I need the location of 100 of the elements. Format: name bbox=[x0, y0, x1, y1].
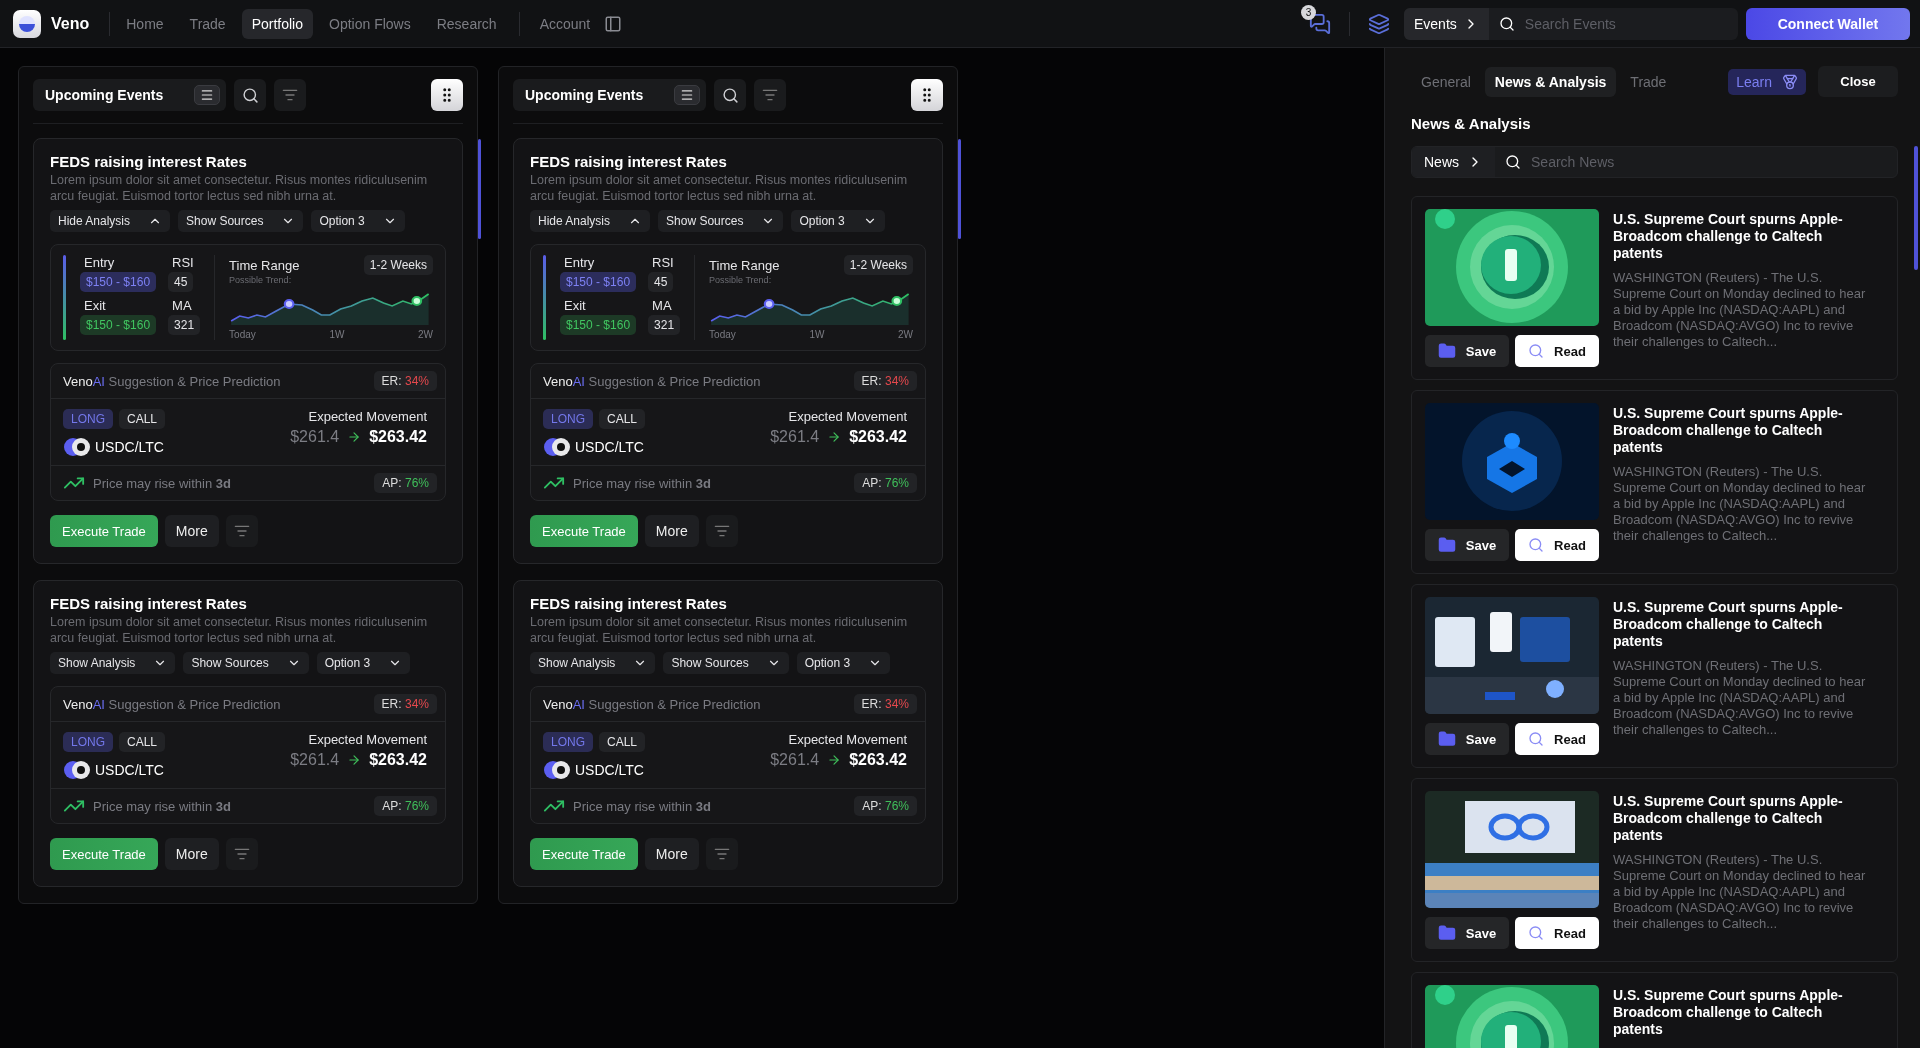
price-from: $261.4 bbox=[290, 428, 340, 446]
news-summary: WASHINGTON (Reuters) - The U.S. Supreme Court on Monday declined to hear a bid by Apple Inc (NASDAQ:AAPL) and Broadcom (NASDAQ:AVGO) Inc to revive their challenges to Caltech... bbox=[1613, 464, 1867, 544]
news-search-field[interactable]: Search News bbox=[1529, 153, 1887, 171]
read-button[interactable]: Read bbox=[1515, 335, 1599, 367]
rsi-label: RSI bbox=[651, 255, 675, 270]
arrow-right-icon bbox=[827, 430, 842, 444]
chat-icon bbox=[1309, 12, 1331, 35]
dropdown-button[interactable]: Option 3 bbox=[316, 652, 411, 674]
news-scope-selector[interactable]: News bbox=[1412, 147, 1495, 177]
medal-icon bbox=[1782, 73, 1798, 90]
position-tag: CALL bbox=[599, 409, 646, 429]
dropdown-button[interactable]: Option 3 bbox=[796, 652, 891, 674]
dropdown-button[interactable]: Option 3 bbox=[311, 210, 405, 232]
more-button[interactable]: More bbox=[644, 515, 699, 547]
dropdown-button[interactable]: Show Sources bbox=[663, 652, 789, 674]
read-button[interactable]: Read bbox=[1515, 917, 1599, 949]
dropdown-button[interactable]: Hide Analysis bbox=[530, 210, 651, 232]
save-button[interactable]: Save bbox=[1425, 723, 1509, 755]
axis-label: 2W bbox=[418, 329, 433, 340]
save-button[interactable]: Save bbox=[1425, 335, 1509, 367]
er-stat: ER: 34% bbox=[853, 371, 917, 391]
dropdown-button[interactable]: Show Sources bbox=[178, 210, 304, 232]
exit-label: Exit bbox=[83, 298, 107, 313]
filter-button[interactable] bbox=[274, 79, 306, 111]
dropdown-button[interactable]: Show Sources bbox=[658, 210, 784, 232]
search-icon bbox=[721, 86, 739, 104]
grid-button[interactable] bbox=[911, 79, 943, 111]
prediction-note: Price may rise within 3d bbox=[573, 798, 711, 814]
scope-selector[interactable]: Events bbox=[1404, 7, 1489, 40]
prediction-heading: VenoAI Suggestion & Price Prediction bbox=[543, 696, 761, 712]
search-button[interactable] bbox=[234, 79, 266, 111]
account-link[interactable]: Account bbox=[529, 8, 601, 39]
filter-button[interactable] bbox=[705, 515, 738, 547]
entry-range: $150 - $160 bbox=[560, 272, 637, 292]
rsi-value: 45 bbox=[168, 272, 194, 292]
pair-name: USDC/LTC bbox=[95, 439, 164, 455]
prediction-note: Price may rise within 3d bbox=[573, 475, 711, 491]
rsi-value: 45 bbox=[648, 272, 674, 292]
logo-icon bbox=[13, 9, 41, 38]
entry-label: Entry bbox=[83, 255, 116, 270]
nav-tab[interactable]: Portfolio bbox=[241, 8, 313, 39]
ma-label: MA bbox=[171, 298, 193, 313]
arrow-right-icon bbox=[347, 753, 362, 767]
magnifier-icon bbox=[1528, 537, 1545, 553]
search-button[interactable] bbox=[714, 79, 746, 111]
time-range-value: 1-2 Weeks bbox=[843, 255, 913, 275]
save-button[interactable]: Save bbox=[1425, 917, 1509, 949]
grid-button[interactable] bbox=[431, 79, 463, 111]
filter-button[interactable] bbox=[705, 838, 738, 870]
scrollbar-thumb[interactable] bbox=[1914, 146, 1918, 270]
learn-button[interactable]: Learn bbox=[1728, 68, 1806, 95]
filter-button[interactable] bbox=[225, 515, 258, 547]
more-button[interactable]: More bbox=[644, 838, 699, 870]
nav-tab[interactable]: Trade bbox=[179, 8, 236, 39]
read-button[interactable]: Read bbox=[1515, 529, 1599, 561]
ap-stat: AP: 76% bbox=[374, 473, 437, 493]
column-title-selector[interactable]: Upcoming Events bbox=[33, 79, 226, 111]
filter-button[interactable] bbox=[225, 838, 258, 870]
time-range-value: 1-2 Weeks bbox=[363, 255, 433, 275]
read-button[interactable]: Read bbox=[1515, 723, 1599, 755]
position-tag: LONG bbox=[543, 409, 593, 429]
folder-icon bbox=[1437, 924, 1456, 942]
dropdown-button[interactable]: Show Analysis bbox=[530, 652, 656, 674]
news-summary: WASHINGTON (Reuters) - The U.S. Supreme Court on Monday declined to hear a bid by Apple Inc (NASDAQ:AAPL) and Broadcom (NASDAQ:AVGO) Inc to revive their challenges to Caltech... bbox=[1613, 270, 1867, 350]
trend-label: Possible Trend: bbox=[709, 275, 773, 285]
scrollbar-thumb[interactable] bbox=[478, 139, 481, 239]
save-button[interactable]: Save bbox=[1425, 529, 1509, 561]
position-tag: CALL bbox=[599, 732, 646, 752]
news-title: U.S. Supreme Court spurns Apple-Broadcom challenge to Caltech patents bbox=[1613, 599, 1844, 650]
dropdown-button[interactable]: Option 3 bbox=[791, 210, 885, 232]
dropdown-button[interactable]: Hide Analysis bbox=[50, 210, 171, 232]
more-button[interactable]: More bbox=[164, 838, 219, 870]
dropdown-button[interactable]: Show Sources bbox=[183, 652, 309, 674]
column-title-selector[interactable]: Upcoming Events bbox=[513, 79, 706, 111]
search-field[interactable]: Search Events bbox=[1522, 14, 1728, 33]
filter-button[interactable] bbox=[754, 79, 786, 111]
panel-tab[interactable]: Trade bbox=[1620, 66, 1677, 97]
event-title: FEDS raising interest Rates bbox=[530, 595, 728, 612]
news-search-bar[interactable]: News Search News bbox=[1411, 146, 1898, 178]
arrow-right-icon bbox=[347, 430, 362, 444]
search-bar[interactable]: Events Search Events bbox=[1404, 7, 1738, 40]
panel-tab[interactable]: News & Analysis bbox=[1484, 66, 1617, 97]
prediction-heading: VenoAI Suggestion & Price Prediction bbox=[63, 696, 281, 712]
panel-tab[interactable]: General bbox=[1411, 66, 1481, 97]
scrollbar-thumb[interactable] bbox=[958, 139, 961, 239]
coin-pair-icon bbox=[63, 437, 91, 457]
nav-tab[interactable]: Research bbox=[426, 8, 507, 39]
dropdown-button[interactable]: Show Analysis bbox=[50, 652, 176, 674]
ap-stat: AP: 76% bbox=[854, 796, 917, 816]
entry-range: $150 - $160 bbox=[80, 272, 157, 292]
price-to: $263.42 bbox=[849, 751, 907, 769]
event-title: FEDS raising interest Rates bbox=[50, 153, 248, 170]
close-button[interactable]: Close bbox=[1818, 66, 1898, 97]
nav-tab[interactable]: Home bbox=[116, 8, 174, 39]
connect-wallet-button[interactable]: Connect Wallet bbox=[1746, 7, 1910, 40]
more-button[interactable]: More bbox=[164, 515, 219, 547]
event-description: Lorem ipsum dolor sit amet consectetur. Risus montes ridiculusenim arcu feugiat. Euismod tortor lectus sed nibh urna at. bbox=[50, 172, 429, 204]
folder-icon bbox=[1437, 730, 1456, 748]
ma-label: MA bbox=[651, 298, 673, 313]
nav-tab[interactable]: Option Flows bbox=[319, 8, 421, 39]
